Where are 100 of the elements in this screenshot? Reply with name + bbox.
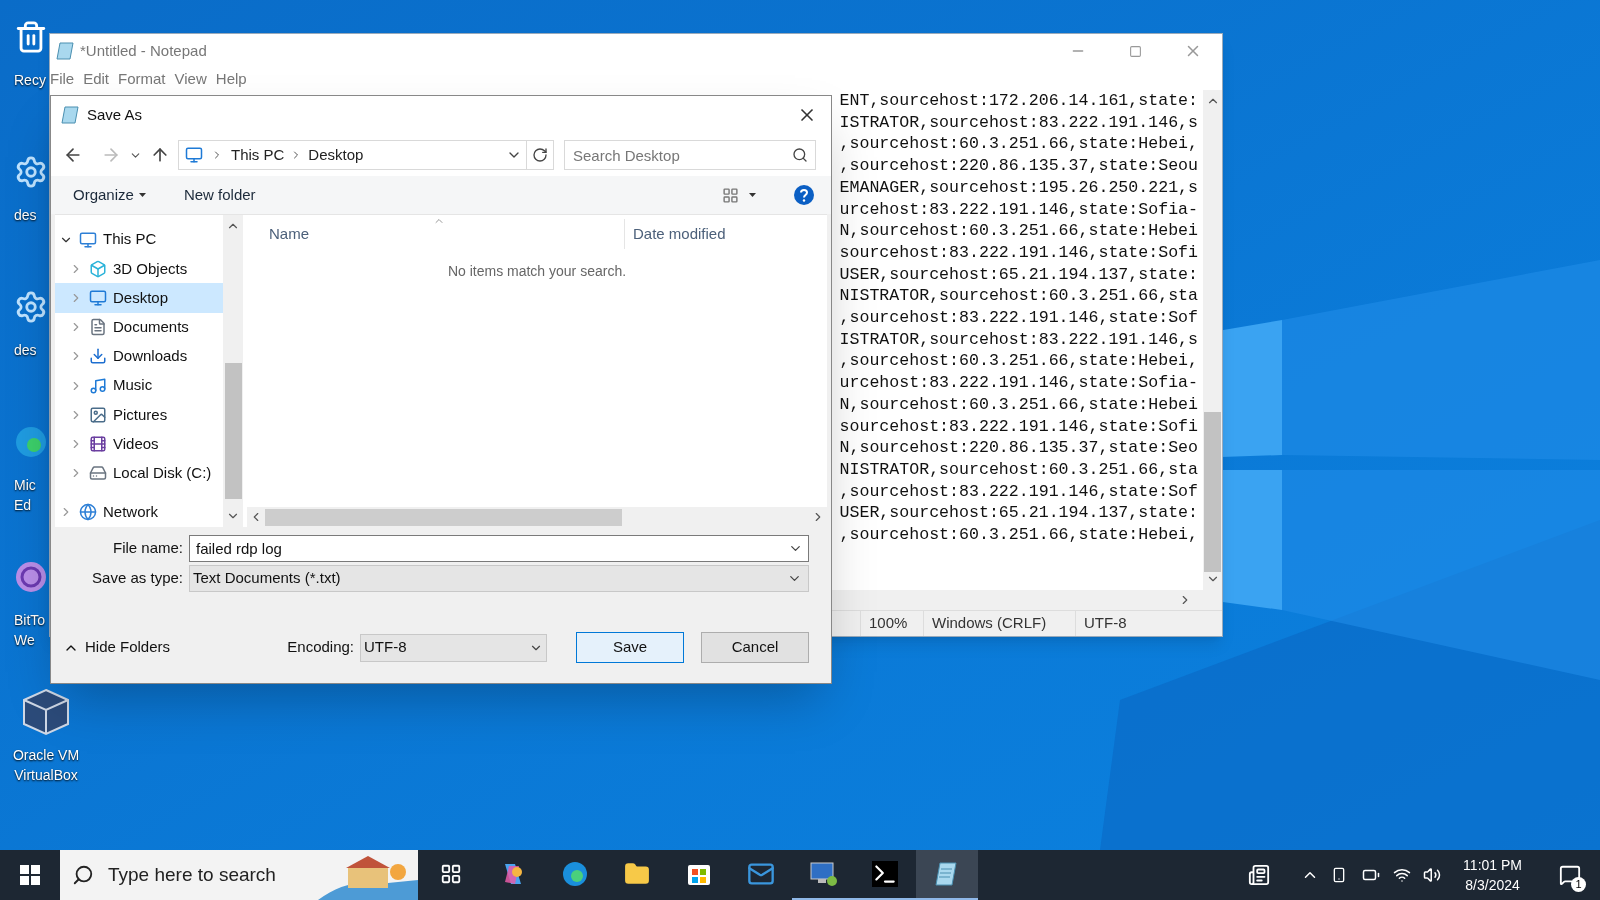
notepad-icon[interactable] [934, 860, 960, 888]
text-line: ISTRATOR,sourcehost:83.222.191.146,s [839, 111, 1198, 134]
terminal-icon[interactable] [872, 861, 898, 887]
desktop-icon [89, 289, 107, 308]
menu-item[interactable]: Edit [83, 67, 110, 91]
breadcrumb-item[interactable]: This PC [231, 143, 285, 167]
encoding-dropdown[interactable]: UTF-8 [360, 633, 547, 662]
menu-item[interactable]: Format [118, 67, 166, 91]
recycle-bin-icon[interactable] [14, 20, 48, 54]
desktop-icon-label: Oracle VM [12, 746, 80, 765]
tree-item[interactable]: Local Disk (C:) [55, 458, 223, 488]
tree-item[interactable]: Pictures [55, 400, 223, 430]
folder-icon[interactable] [624, 861, 650, 887]
address-bar[interactable]: This PC Desktop [178, 140, 554, 170]
tree-item[interactable]: Documents [55, 312, 223, 342]
picture-icon [89, 405, 107, 424]
view-icon[interactable] [722, 186, 739, 204]
cancel-button[interactable]: Cancel [701, 632, 809, 663]
notification-icon[interactable] [1559, 864, 1581, 886]
menu-item[interactable]: View [174, 67, 207, 91]
tree-item[interactable]: Videos [55, 429, 223, 459]
volume-icon[interactable] [1423, 866, 1442, 884]
column-header[interactable]: Name [247, 219, 625, 249]
tree-scrollbar[interactable] [223, 215, 243, 527]
window-title: *Untitled - Notepad [80, 40, 207, 61]
hide-folders-button[interactable]: Hide Folders [85, 636, 171, 659]
tree-item[interactable]: Music [55, 371, 223, 401]
gear-icon[interactable] [14, 155, 48, 189]
search-icon [72, 864, 94, 886]
text-line: N,sourcehost:220.86.135.37,state:Seo [839, 437, 1198, 459]
tree-item-label: Downloads [113, 346, 188, 367]
desktop-icon-label: We [14, 631, 35, 650]
taskbar-search-field[interactable]: Type here to search [60, 850, 318, 900]
download-icon [89, 347, 107, 366]
virtualbox-icon[interactable] [20, 686, 72, 738]
document-icon [89, 318, 107, 337]
text-line: NISTRATOR,sourcehost:60.3.251.66,sta [839, 285, 1198, 308]
task-view-icon[interactable] [440, 863, 462, 885]
search-field[interactable]: Search Desktop [564, 140, 816, 170]
computer-icon [79, 230, 97, 249]
tree-item[interactable]: 3D Objects [55, 254, 223, 284]
remote-desktop-icon[interactable] [808, 860, 838, 888]
windows-logo-icon [20, 865, 40, 885]
clock-time[interactable]: 11:01 PM [1463, 855, 1522, 875]
text-line: ISTRATOR,sourcehost:83.222.191.146,s [839, 328, 1198, 351]
desktop-icon-label: Recy [14, 71, 46, 90]
film-icon [89, 435, 107, 454]
text-line: ,sourcehost:60.3.251.66,state:Hebei, [839, 133, 1198, 156]
menu-item[interactable]: File [50, 67, 75, 91]
breadcrumb-item[interactable]: Desktop [308, 143, 364, 167]
text-line: NISTRATOR,sourcehost:60.3.251.66,sta [839, 458, 1198, 481]
clock-date[interactable]: 8/3/2024 [1465, 875, 1520, 895]
wifi-icon[interactable] [1393, 866, 1412, 884]
text-line: ,sourcehost:83.222.191.146,state:Sof [839, 307, 1198, 329]
status-item: Windows (CRLF) [923, 611, 1075, 636]
tree-item[interactable]: Network [55, 497, 223, 527]
tree-item[interactable]: This PC [55, 225, 223, 255]
taskbar-app[interactable] [916, 850, 978, 900]
notepad-icon [56, 41, 76, 61]
music-note-icon [89, 376, 107, 395]
caret-icon[interactable] [138, 193, 146, 197]
scrollbar-thumb[interactable] [224, 363, 242, 499]
tree-item-label: Documents [113, 317, 189, 337]
status-item: 100% [860, 611, 923, 636]
menu-item[interactable]: Help [215, 67, 247, 91]
maximize-icon[interactable] [1129, 44, 1142, 58]
gear-icon[interactable] [14, 290, 48, 324]
organize-menu[interactable]: Organize [73, 183, 134, 207]
column-header[interactable]: Date modified [625, 219, 726, 249]
new-folder-button[interactable]: New folder [183, 183, 256, 207]
desktop-icon-label: BitTo [14, 611, 46, 630]
notification-badge: 1 [1571, 877, 1586, 892]
text-line: USER,sourcehost:65.21.194.137,state: [839, 502, 1198, 525]
dialog-title: Save As [87, 104, 143, 125]
tree-item[interactable]: Desktop [55, 283, 223, 313]
cube-icon [89, 259, 107, 278]
refresh-icon[interactable] [532, 147, 548, 163]
edge-icon[interactable] [561, 860, 589, 888]
text-line: N,sourcehost:60.3.251.66,state:Hebei [839, 220, 1198, 242]
tree-item[interactable]: Downloads [55, 341, 223, 372]
vertical-scrollbar[interactable] [1203, 90, 1222, 590]
computer-icon [185, 146, 203, 164]
desktop-icon-label: Ed [14, 496, 32, 515]
scrollbar-thumb[interactable] [265, 508, 622, 526]
field-label: Encoding: [287, 637, 354, 658]
desktop-icon-label: Mic [14, 476, 36, 495]
search-icon [792, 147, 808, 163]
help-icon[interactable] [794, 185, 814, 205]
torrent-icon[interactable] [14, 560, 48, 594]
text-line: urcehost:83.222.191.146,state:Sofia- [839, 372, 1198, 394]
file-name-field[interactable]: failed rdp log [189, 535, 809, 562]
tree-item-label: Videos [113, 433, 159, 454]
text-line: ,sourcehost:220.86.135.37,state:Seou [839, 155, 1198, 177]
horizontal-scrollbar[interactable] [247, 507, 827, 527]
scrollbar-thumb[interactable] [1204, 412, 1221, 572]
save-button[interactable]: Save [576, 632, 684, 663]
file-type-dropdown[interactable]: Text Documents (*.txt) [189, 565, 809, 592]
notepad-icon [61, 105, 81, 125]
text-line: EMANAGER,sourcehost:195.26.250.221,s [839, 176, 1198, 199]
caret-icon[interactable] [749, 193, 756, 197]
